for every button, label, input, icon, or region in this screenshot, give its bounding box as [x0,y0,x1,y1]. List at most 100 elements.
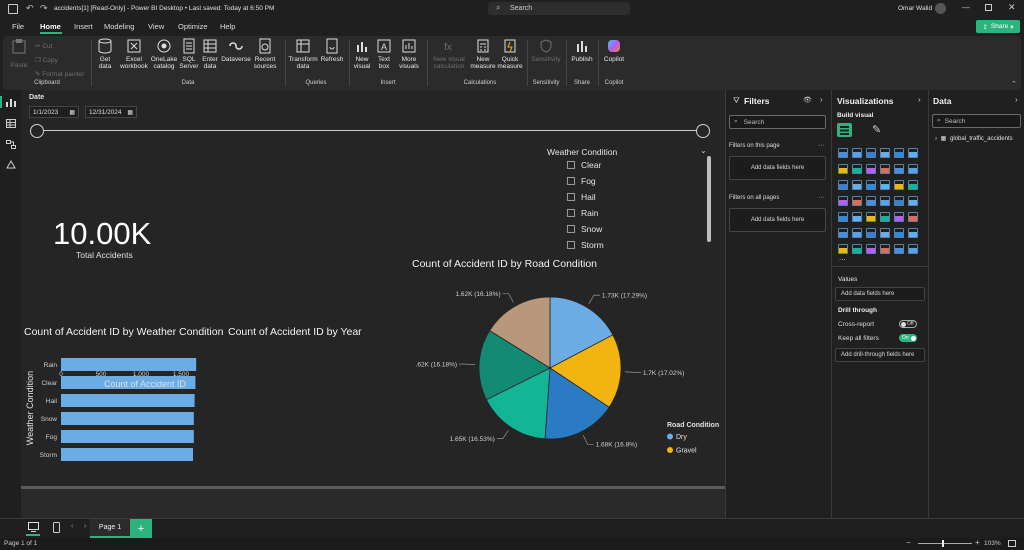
zoom-in-icon[interactable]: + [975,538,980,547]
visual-type-icon[interactable] [838,228,848,238]
visual-type-icon[interactable] [880,164,890,174]
visual-type-icon[interactable] [866,212,876,222]
copilot-button[interactable]: Copilot [601,38,627,63]
model-view-icon[interactable] [6,140,16,149]
excel-workbook-button[interactable]: Excel workbook [119,38,149,70]
bar-mark[interactable] [61,430,194,443]
visual-type-icon[interactable] [866,164,876,174]
visual-type-icon[interactable] [866,180,876,190]
table-tree-item[interactable]: › ▦ global_traffic_accidents [935,135,1013,142]
paste-button[interactable]: Paste [9,38,29,69]
bar-chart[interactable]: Rain Clear Hail Snow Fog Storm 0 500 1,000 1,500C… [21,342,226,488]
visual-type-icon[interactable] [894,244,904,254]
avatar[interactable] [935,3,946,14]
visual-type-icon[interactable] [852,244,862,254]
menu-modeling[interactable]: Modeling [104,22,134,31]
bar-mark[interactable] [61,412,194,425]
visual-type-icon[interactable] [908,244,918,254]
weather-slicer-item[interactable]: Hail [567,192,596,202]
maximize-icon[interactable] [985,4,992,11]
bar-mark[interactable] [61,448,193,461]
visual-type-icon[interactable] [908,164,918,174]
visual-type-icon[interactable] [852,180,862,190]
visual-type-icon[interactable] [908,212,918,222]
data-collapse-icon[interactable]: › [1015,95,1018,104]
filters-page-dropzone[interactable]: Add data fields here [729,156,826,180]
filters-on-page-more-icon[interactable]: ··· [818,142,825,149]
menu-file[interactable]: File [12,22,24,31]
checkbox[interactable] [567,161,575,169]
menu-view[interactable]: View [148,22,164,31]
weather-slicer-item[interactable]: Rain [567,208,598,218]
checkbox[interactable] [567,241,575,249]
checkbox[interactable] [567,225,575,233]
fit-page-icon[interactable] [1008,540,1016,547]
pie-legend-marker[interactable] [667,447,673,453]
date-range-start-handle[interactable] [30,124,44,138]
page-tab-1[interactable]: Page 1 [90,519,130,538]
sensitivity-button[interactable]: Sensitivity [529,38,563,63]
onelake-catalog-button[interactable]: OneLake catalog [149,38,179,70]
menu-help[interactable]: Help [220,22,235,31]
visualizations-more[interactable]: ... [839,253,846,262]
cross-report-toggle[interactable]: Off [899,320,917,328]
line-chart[interactable]: 4,9955,0005,0055,0104,99020232024YearCou… [224,338,414,486]
weather-slicer-scrollbar[interactable] [707,156,711,242]
undo-icon[interactable]: ↶ [26,3,34,14]
format-painter-button[interactable]: ✎ Format painter [35,70,85,78]
new-measure-button[interactable]: New measure [469,38,497,70]
checkbox[interactable] [567,177,575,185]
visualizations-collapse-icon[interactable]: › [918,95,921,104]
visual-type-icon[interactable] [894,196,904,206]
filters-collapse-icon[interactable]: › [820,95,823,104]
visual-type-icon[interactable] [908,228,918,238]
visual-type-icon[interactable] [852,196,862,206]
pie-legend-item[interactable]: Gravel [676,448,697,455]
new-visual-calculation-button[interactable]: fx New visual calculation [429,38,469,70]
more-visuals-button[interactable]: More visuals [395,38,423,70]
visual-type-icon[interactable] [894,148,904,158]
canvas-horizontal-scrollbar[interactable] [21,486,725,489]
refresh-button[interactable]: Refresh [319,38,345,63]
pie-legend-item[interactable]: Dry [676,434,687,441]
transform-data-button[interactable]: Transform data [288,38,318,70]
recent-sources-button[interactable]: Recent sources [251,38,279,70]
pie-legend-marker[interactable] [667,433,673,440]
weather-slicer-collapse-icon[interactable]: ⌄ [700,146,707,155]
format-visual-tab[interactable]: ✎ [872,123,881,136]
quick-measure-button[interactable]: Quick measure [497,38,523,70]
menu-insert[interactable]: Insert [74,22,93,31]
checkbox[interactable] [567,193,575,201]
visual-type-icon[interactable] [880,228,890,238]
visual-type-icon[interactable] [908,196,918,206]
date-start-input[interactable]: 1/1/2023 ▦ [29,106,79,118]
zoom-slider-track[interactable] [918,543,972,544]
filters-search-input[interactable]: ⌕ Search [729,115,826,129]
bar-mark[interactable] [61,394,195,407]
minimize-icon[interactable]: — [962,3,970,12]
bar-mark[interactable] [61,358,197,371]
build-visual-tab[interactable] [837,123,852,137]
visual-type-icon[interactable] [894,164,904,174]
keep-filters-toggle[interactable]: On [899,334,917,342]
text-box-button[interactable]: A Text box [375,38,393,70]
next-page-icon[interactable]: › [84,523,86,530]
values-dropzone[interactable]: Add data fields here [835,287,925,301]
date-range-end-handle[interactable] [696,124,710,138]
visual-type-icon[interactable] [880,244,890,254]
redo-icon[interactable]: ↷ [40,3,48,14]
visual-type-icon[interactable] [852,212,862,222]
visual-type-icon[interactable] [894,212,904,222]
filters-on-all-more-icon[interactable]: ··· [818,194,825,201]
mobile-layout-icon[interactable] [53,522,60,533]
visual-type-icon[interactable] [866,228,876,238]
filters-visibility-icon[interactable]: 👁 [803,96,812,104]
visual-type-icon[interactable] [908,180,918,190]
visual-type-icon[interactable] [838,164,848,174]
menu-home[interactable]: Home [40,22,61,31]
checkbox[interactable] [567,209,575,217]
ribbon-collapse-icon[interactable]: ⌃ [1011,80,1017,88]
close-icon[interactable]: ✕ [1008,2,1016,13]
desktop-layout-icon[interactable] [28,522,39,532]
new-visual-button[interactable]: New visual [351,38,373,70]
